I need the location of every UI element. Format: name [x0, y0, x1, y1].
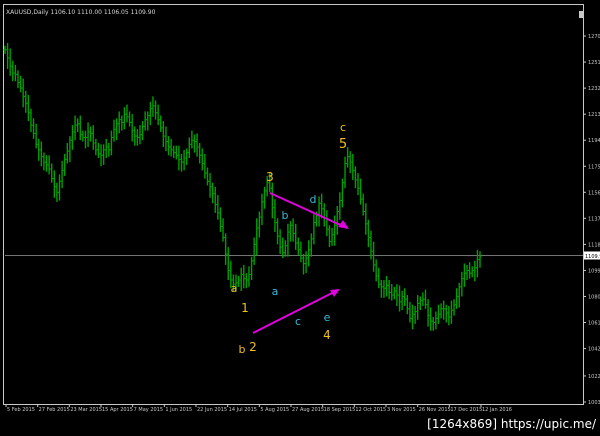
time-tick-label: 27 Feb 2015 [39, 407, 70, 413]
price-tick-label: 1232 [588, 86, 600, 92]
price-tick-label: 1061 [588, 321, 600, 327]
wave-label: c [295, 315, 301, 328]
wave-label: a [231, 282, 238, 295]
price-tick-label: 1270 [588, 34, 600, 40]
time-tick-label: 12 Jan 2016 [482, 407, 512, 413]
wave-label: 2 [249, 340, 257, 354]
time-tick-label: 22 Jun 2015 [197, 407, 227, 413]
wave-label: c [340, 121, 346, 134]
time-tick-label: 23 Mar 2015 [70, 407, 102, 413]
price-chart[interactable]: XAUUSD,Daily 1106.10 1110.00 1106.05 110… [0, 0, 600, 432]
time-tick-label: 27 Aug 2015 [292, 407, 324, 413]
price-tick-label: 1213 [588, 112, 600, 118]
price-tick-label: 1156 [588, 190, 600, 196]
time-tick-label: 5 Feb 2015 [7, 407, 35, 413]
time-tick-label: 18 Sep 2015 [324, 407, 356, 413]
time-tick-label: 14 Jul 2015 [229, 407, 257, 413]
wave-label: 1 [241, 301, 249, 315]
price-tick-label: 1137 [588, 216, 600, 222]
wave-label: d [310, 193, 317, 206]
time-tick-label: 3 Nov 2015 [387, 407, 416, 413]
time-tick-label: 5 Aug 2015 [260, 407, 289, 413]
time-tick-label: 12 Oct 2015 [355, 407, 386, 413]
price-tick-label: 1003 [588, 400, 600, 406]
time-tick-label: 15 Apr 2015 [102, 407, 133, 413]
wave-label: 3 [266, 170, 274, 184]
price-tick-label: 1251 [588, 60, 600, 66]
wave-label: 4 [323, 328, 331, 342]
price-tick-label: 1099 [588, 268, 600, 274]
symbol-info-label: XAUUSD,Daily 1106.10 1110.00 1106.05 110… [6, 9, 156, 16]
price-tick-label: 1022 [588, 374, 600, 380]
price-tick-label: 1194 [588, 138, 600, 144]
watermark: [1264x869] https://upic.me/ [427, 417, 596, 431]
time-tick-label: 1 Jun 2015 [165, 407, 192, 413]
time-tick-label: 7 May 2015 [134, 407, 163, 413]
time-tick-label: 17 Dec 2015 [450, 407, 482, 413]
price-tick-label: 1175 [588, 164, 600, 170]
wave-label: a [272, 285, 279, 298]
wave-label: b [239, 343, 246, 356]
price-tick-label: 1042 [588, 347, 600, 353]
chart-window[interactable]: XAUUSD,Daily 1106.10 1110.00 1106.05 110… [0, 0, 600, 432]
chart-shift-marker[interactable] [579, 11, 584, 18]
wave-label: e [324, 311, 331, 324]
wave-label: 5 [339, 137, 347, 152]
price-tick-label: 1080 [588, 294, 600, 300]
wave-label: b [282, 209, 289, 222]
time-tick-label: 26 Nov 2015 [419, 407, 451, 413]
current-price-label: 1109.90 [585, 254, 600, 260]
price-tick-label: 1118 [588, 242, 600, 248]
